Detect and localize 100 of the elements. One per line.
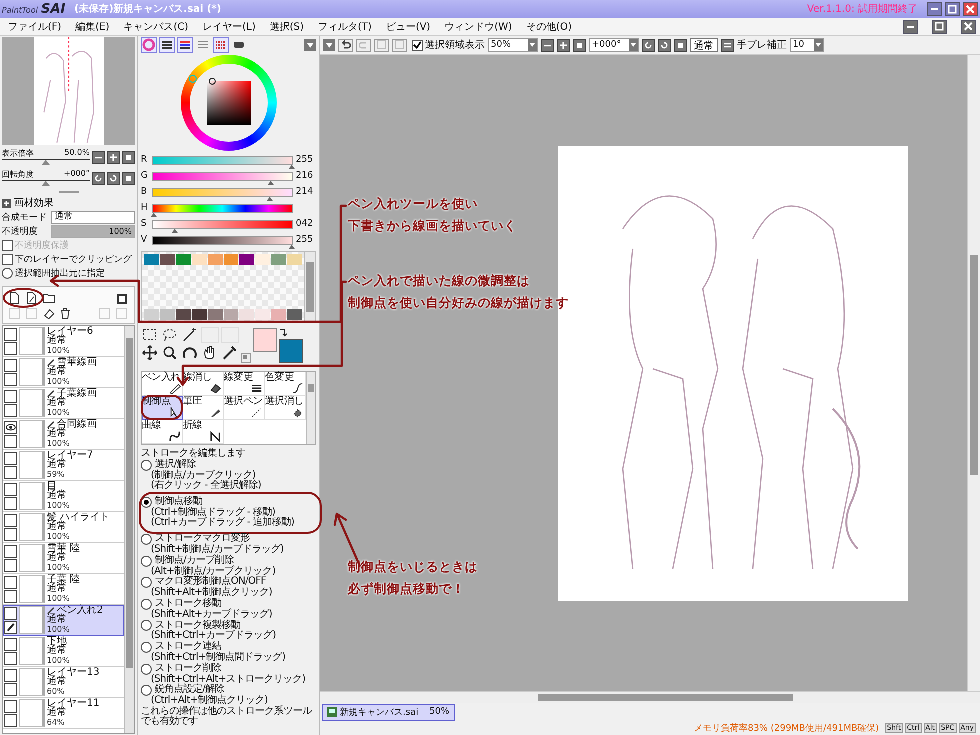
pen-tool-button[interactable]: 筆圧 xyxy=(183,396,224,420)
layer-row[interactable]: レイヤー7 通常 59% xyxy=(3,450,124,481)
stroke-mode-radio[interactable]: 選択/解除 xyxy=(141,460,316,471)
close-button[interactable] xyxy=(961,20,976,34)
lock-toggle[interactable] xyxy=(4,404,17,416)
color-swatch[interactable] xyxy=(287,254,302,265)
rgb-sliders-icon[interactable] xyxy=(159,37,175,53)
visibility-toggle[interactable] xyxy=(4,482,17,496)
reset-angle-button[interactable] xyxy=(674,38,687,52)
lock-toggle[interactable] xyxy=(4,714,17,726)
dropdown-button[interactable] xyxy=(323,39,335,51)
lock-toggle[interactable] xyxy=(4,528,17,540)
new-layer-icon[interactable] xyxy=(9,292,21,305)
lock-toggle[interactable] xyxy=(4,590,17,602)
move-icon[interactable] xyxy=(141,345,159,361)
blend-mode-dropdown[interactable]: 通常 xyxy=(51,210,135,224)
scrollbar[interactable] xyxy=(124,326,134,733)
swap-colors-icon[interactable] xyxy=(279,328,288,337)
layer-row[interactable]: レイヤー6 通常 100% xyxy=(3,326,124,357)
stroke-mode-radio[interactable]: ストロークマクロ変形 xyxy=(141,534,316,545)
zoom-in-button[interactable] xyxy=(107,150,120,164)
minimize-button[interactable] xyxy=(903,20,918,34)
color-swatch[interactable] xyxy=(224,309,238,320)
lock-toggle[interactable] xyxy=(4,620,17,634)
color-swatch[interactable] xyxy=(271,309,286,320)
layer-row[interactable]: 合同線画 通常 100% xyxy=(3,419,124,450)
rotate-right-button[interactable] xyxy=(658,38,671,52)
zoom-dropdown[interactable]: 50% xyxy=(488,38,538,52)
visibility-toggle[interactable] xyxy=(4,668,17,682)
zoom-in-button[interactable] xyxy=(557,38,570,52)
color-swatch[interactable] xyxy=(192,309,207,320)
scrollbar[interactable] xyxy=(304,252,315,322)
color-swatch[interactable] xyxy=(224,254,238,265)
rectangle-select-icon[interactable] xyxy=(141,327,159,343)
lock-toggle[interactable] xyxy=(4,342,17,354)
lasso-icon[interactable] xyxy=(161,327,179,343)
restore-button[interactable] xyxy=(932,20,947,34)
pen-tool-button[interactable]: 曲線 xyxy=(142,420,183,444)
stabilizer-dropdown[interactable]: 10 xyxy=(790,38,824,52)
layer-row[interactable]: 雪華 陸 通常 100% xyxy=(3,543,124,574)
lock-toggle[interactable] xyxy=(4,466,17,478)
maximize-button[interactable] xyxy=(945,2,960,16)
menu-item[interactable]: ファイル(F) xyxy=(8,20,62,34)
reset-angle-button[interactable] xyxy=(122,172,135,184)
layer-mask-icon[interactable] xyxy=(116,292,128,304)
scrollbar[interactable] xyxy=(306,372,315,444)
selection-display-checkbox[interactable]: 選択領域表示 xyxy=(412,38,485,52)
flip-button[interactable] xyxy=(721,38,734,52)
menu-item[interactable]: フィルタ(T) xyxy=(318,20,372,34)
scrollbar[interactable] xyxy=(967,55,980,691)
visibility-toggle[interactable] xyxy=(4,606,17,620)
color-swatch[interactable] xyxy=(192,254,207,265)
menu-item[interactable]: その他(O) xyxy=(526,20,572,34)
view-mode-button[interactable]: 通常 xyxy=(690,38,718,52)
canvas-tab[interactable]: 新規キャンバス.sai 50% xyxy=(322,704,455,720)
hsv-sliders-icon[interactable] xyxy=(177,37,193,53)
splitter-handle[interactable] xyxy=(58,191,78,193)
color-swatch[interactable] xyxy=(255,309,270,320)
magic-wand-icon[interactable] xyxy=(181,327,199,343)
visibility-toggle[interactable] xyxy=(4,576,17,588)
rotate-right-button[interactable] xyxy=(107,172,120,184)
reset-zoom-button[interactable] xyxy=(573,38,586,52)
plus-icon[interactable] xyxy=(2,198,11,208)
menu-item[interactable]: キャンバス(C) xyxy=(124,20,188,34)
rotate-left-button[interactable] xyxy=(642,38,655,52)
visibility-toggle[interactable] xyxy=(4,638,17,650)
foreground-color[interactable] xyxy=(253,328,277,352)
visibility-toggle[interactable] xyxy=(4,328,17,340)
new-pen-layer-icon[interactable] xyxy=(26,292,38,305)
close-button[interactable] xyxy=(963,2,978,16)
color-swatch[interactable] xyxy=(144,309,159,320)
pen-tool-button[interactable]: 選択ペン xyxy=(224,396,265,420)
stroke-mode-radio[interactable]: 制御点移動 xyxy=(141,496,316,508)
stroke-mode-radio[interactable]: ストローク削除 xyxy=(141,664,316,675)
stroke-mode-radio[interactable]: ストローク移動 xyxy=(141,598,316,610)
scrollbar[interactable] xyxy=(320,691,980,703)
color-swatch[interactable] xyxy=(176,254,191,265)
undo-button[interactable] xyxy=(338,38,353,52)
color-wheel-mode-icon[interactable] xyxy=(141,37,157,53)
rotate-left-button[interactable] xyxy=(92,172,105,184)
angle-dropdown[interactable]: +000° xyxy=(589,38,639,52)
lock-toggle[interactable] xyxy=(4,558,17,572)
eyedropper-icon[interactable] xyxy=(221,345,239,361)
color-swatch[interactable] xyxy=(208,309,223,320)
color-swatch[interactable] xyxy=(271,254,286,265)
color-swatch[interactable] xyxy=(255,254,270,265)
layer-row[interactable]: 雪華線画 通常 100% xyxy=(3,357,124,388)
layer-row[interactable]: レイヤー11 通常 64% xyxy=(3,698,124,729)
swatch-grid-icon[interactable] xyxy=(213,37,229,53)
stroke-mode-radio[interactable]: ストローク複製移動 xyxy=(141,620,316,632)
zoom-icon[interactable] xyxy=(161,345,179,361)
visibility-toggle[interactable] xyxy=(4,358,17,372)
dropdown-button[interactable] xyxy=(304,39,316,51)
visibility-toggle[interactable] xyxy=(4,420,17,434)
lock-toggle[interactable] xyxy=(4,652,17,664)
color-swatch[interactable] xyxy=(239,254,254,265)
menu-item[interactable]: ビュー(V) xyxy=(386,20,431,34)
trash-icon[interactable] xyxy=(60,308,71,320)
reset-colors-icon[interactable] xyxy=(241,353,251,363)
visibility-toggle[interactable] xyxy=(4,452,17,464)
